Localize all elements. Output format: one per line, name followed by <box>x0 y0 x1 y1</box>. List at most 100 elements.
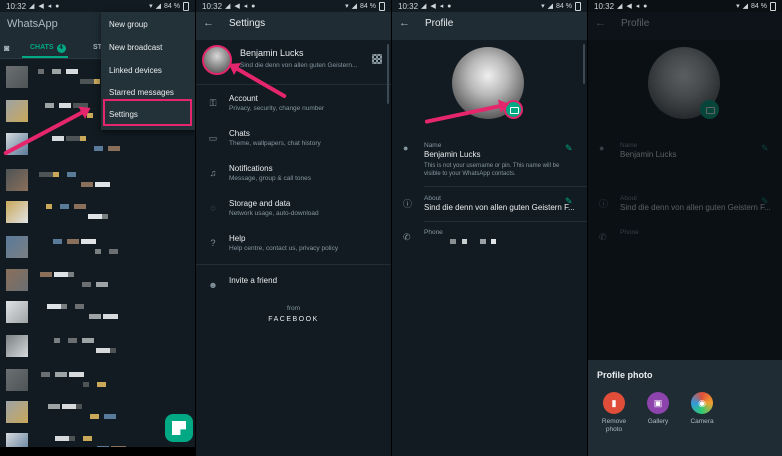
list-item[interactable] <box>0 332 195 362</box>
redacted-text <box>54 272 69 277</box>
profile-name: Benjamin Lucks <box>240 48 304 58</box>
status-time: 10:32 <box>594 1 615 11</box>
redacted-text <box>68 272 74 277</box>
notification-icons: ◢ ◀ ◂ ● <box>421 3 453 10</box>
redacted-text <box>95 182 110 187</box>
camera-option[interactable]: ◉ Camera <box>682 392 722 426</box>
settings-highlight-box <box>103 99 192 126</box>
trash-icon: ▮ <box>603 392 625 414</box>
redacted-text <box>69 436 75 441</box>
scrollbar[interactable] <box>387 44 389 104</box>
option-label: Gallery <box>647 418 669 425</box>
avatar <box>6 236 28 258</box>
settings-item-help[interactable]: ? Help Help centre, contact us, privacy … <box>196 230 391 264</box>
settings-item-label: Invite a friend <box>229 276 278 285</box>
name-label: Name <box>620 142 638 149</box>
battery-text: 84 % <box>164 2 180 10</box>
settings-item-label: Notifications <box>229 164 273 173</box>
menu-item-starred-messages[interactable]: Starred messages <box>109 88 174 97</box>
about-value: Sind die denn von allen guten Geistern F… <box>620 203 771 212</box>
redacted-text <box>38 69 44 74</box>
signal-icon: ◢ <box>155 3 162 10</box>
menu-item-linked-devices[interactable]: Linked devices <box>109 66 162 75</box>
menu-item-new-broadcast[interactable]: New broadcast <box>109 43 162 52</box>
redacted-text <box>48 404 60 409</box>
profile-screen: 10:32 ◢ ◀ ◂ ● ▾ ◢ 84 % ← Profile ● Name Be… <box>392 0 587 456</box>
list-item[interactable] <box>0 130 195 160</box>
list-item[interactable] <box>0 198 195 228</box>
status-bar: 10:32 ◢ ◀ ◂ ● ▾ ◢ 84 % <box>588 0 782 12</box>
redacted-text <box>103 314 118 319</box>
profile-row[interactable]: Benjamin Lucks Sind die denn von allen g… <box>196 40 391 85</box>
redacted-text <box>82 338 94 343</box>
redacted-text <box>80 136 86 141</box>
redacted-text <box>52 69 61 74</box>
list-item[interactable] <box>0 166 195 196</box>
facebook-label: FACEBOOK <box>268 316 319 323</box>
menu-item-new-group[interactable]: New group <box>109 20 148 29</box>
from-label: from <box>287 305 300 312</box>
phone-label: Phone <box>424 229 443 236</box>
redacted-text <box>76 404 82 409</box>
redacted-text <box>45 103 54 108</box>
new-chat-button[interactable] <box>165 414 193 442</box>
back-arrow-icon[interactable]: ← <box>203 17 214 29</box>
about-value[interactable]: Sind die denn von allen guten Geistern F… <box>424 203 575 212</box>
divider <box>424 186 587 187</box>
redacted-text <box>60 204 69 209</box>
list-item[interactable] <box>0 266 195 296</box>
back-arrow-icon[interactable]: ← <box>399 17 410 29</box>
settings-item-label: Storage and data <box>229 199 291 208</box>
redacted-text <box>75 304 84 309</box>
avatar <box>6 201 28 223</box>
redacted-text <box>104 414 116 419</box>
redacted-text <box>67 172 76 177</box>
gallery-option[interactable]: ▣ Gallery <box>638 392 678 426</box>
redacted-text <box>81 182 93 187</box>
notification-icons: ◢ ◀ ◂ ● <box>29 3 61 10</box>
avatar <box>6 301 28 323</box>
notification-icons: ◢ ◀ ◂ ● <box>225 3 257 10</box>
option-label: Camera <box>690 418 714 425</box>
camera-icon: ◉ <box>691 392 713 414</box>
redacted-text <box>102 214 108 219</box>
redacted-text <box>62 404 77 409</box>
signal-icon: ◢ <box>742 3 749 10</box>
person-icon: ● <box>599 143 605 153</box>
edit-about-pencil-icon[interactable]: ✎ <box>565 196 573 207</box>
qr-code-icon[interactable] <box>372 54 382 64</box>
avatar <box>6 369 28 391</box>
settings-item-account[interactable]: ⚿ Account Privacy, security, change numb… <box>196 90 391 124</box>
status-time: 10:32 <box>6 1 27 11</box>
list-item[interactable] <box>0 233 195 263</box>
edit-name-pencil-icon[interactable]: ✎ <box>565 143 573 154</box>
remove-photo-option[interactable]: ▮ Remove photo <box>594 392 634 434</box>
status-bar: 10:32 ◢ ◀ ◂ ● ▾ ◢ 84 % <box>392 0 587 12</box>
about-label: About <box>620 195 637 202</box>
info-icon: ⓘ <box>403 199 413 209</box>
signal-icon: ◢ <box>351 3 358 10</box>
redacted-text <box>89 314 101 319</box>
scrollbar[interactable] <box>583 44 585 84</box>
list-item[interactable] <box>0 366 195 396</box>
camera-tab-icon[interactable]: ◙ <box>4 43 9 53</box>
name-value[interactable]: Benjamin Lucks <box>424 150 480 159</box>
tab-chats[interactable]: CHATS 4 <box>30 44 66 53</box>
redacted-text <box>97 382 106 387</box>
profile-photo-sheet: Profile photo ▮ Remove photo ▣ Gallery ◉… <box>588 360 782 456</box>
settings-item-notifications[interactable]: ♫ Notifications Message, group & call to… <box>196 160 391 194</box>
change-photo-button <box>700 100 719 119</box>
chat-icon: ▭ <box>208 133 218 143</box>
settings-item-storage[interactable]: ◌ Storage and data Network usage, auto-d… <box>196 195 391 229</box>
status-bar: 10:32 ◢ ◀ ◂ ● ▾ ◢ 84 % <box>0 0 195 12</box>
nav-bar <box>0 447 195 456</box>
signal-icon: ◢ <box>547 3 554 10</box>
status-bar: 10:32 ◢ ◀ ◂ ● ▾ ◢ 84 % <box>196 0 391 12</box>
redacted-text <box>47 304 62 309</box>
notification-icons: ◢ ◀ ◂ ● <box>617 3 649 10</box>
settings-item-invite[interactable]: ☻ Invite a friend <box>196 272 391 306</box>
profile-about: Sind die denn von allen guten Geistern..… <box>240 62 358 69</box>
list-item[interactable] <box>0 298 195 328</box>
settings-item-chats[interactable]: ▭ Chats Theme, wallpapers, chat history <box>196 125 391 159</box>
edit-about-pencil-icon: ✎ <box>761 196 769 206</box>
